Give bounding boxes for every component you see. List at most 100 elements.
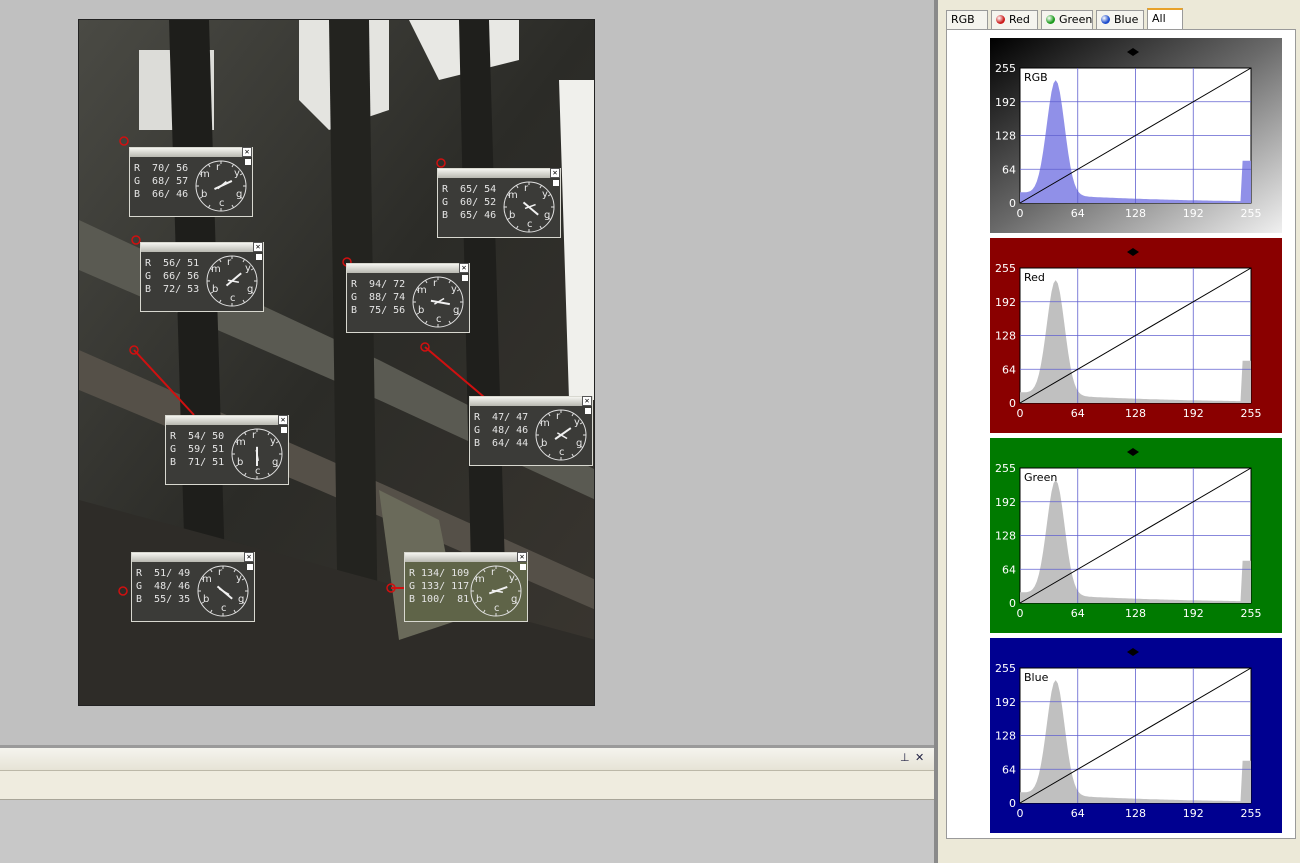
tab-green[interactable]: Green xyxy=(1041,10,1093,29)
probe-red-value: R 54/ 50 xyxy=(170,431,225,442)
dial-letter-r: r xyxy=(227,257,232,268)
probe-titlebar[interactable]: ✕ xyxy=(470,396,592,406)
probe-titlebar[interactable]: ✕ xyxy=(347,263,469,273)
channel-dot-icon xyxy=(996,15,1005,24)
probe-close-icon[interactable]: ✕ xyxy=(244,552,254,562)
y-tick-label: 192 xyxy=(995,696,1016,709)
probe-values: R 56/ 51 G 66/ 56 B 72/ 53 xyxy=(145,257,199,296)
probe-titlebar[interactable]: ✕ xyxy=(130,147,252,157)
y-tick-label: 192 xyxy=(995,296,1016,309)
tab-label: Green xyxy=(1059,13,1093,26)
probe-close-icon[interactable]: ✕ xyxy=(517,552,527,562)
hue-dial-icon: r ygc bm xyxy=(470,565,522,617)
color-probe[interactable]: ✕ R 94/ 72 G 88/ 74 B 75/ 56 r y g c b m xyxy=(346,263,470,333)
x-tick-label: 128 xyxy=(1125,807,1146,820)
probe-titlebar[interactable]: ✕ xyxy=(132,552,254,562)
x-tick-label: 255 xyxy=(1241,807,1262,820)
x-tick-label: 0 xyxy=(1017,807,1024,820)
pin-icon[interactable]: ⊥ xyxy=(900,751,910,764)
close-icon[interactable]: ✕ xyxy=(915,751,924,764)
dial-letter-m: m xyxy=(236,437,246,448)
tab-rgb[interactable]: RGB xyxy=(946,10,988,29)
probe-green-value: G 48/ 46 xyxy=(136,581,191,592)
dial-letter-m: m xyxy=(417,285,427,296)
color-probe[interactable]: ✕ R 47/ 47 G 48/ 46 B 64/ 44 r y g c b m xyxy=(469,396,593,466)
x-tick-label: 64 xyxy=(1071,807,1085,820)
probe-values: R 54/ 50 G 59/ 51 B 71/ 51 xyxy=(170,430,224,469)
curve-panel-rgb[interactable]: RGB 255 192 128 64 00 64 128 192 255 xyxy=(990,38,1282,233)
canvas-area: ✕ R 70/ 56 G 68/ 57 B 66/ 46 r y g c b m ✕ R 65/ 54… xyxy=(0,0,934,745)
hue-dial-icon: r ygc bm xyxy=(412,276,464,328)
dial-letter-c: c xyxy=(494,603,500,614)
dial-letter-y: y xyxy=(236,573,242,584)
tab-red[interactable]: Red xyxy=(991,10,1038,29)
channel-dot-icon xyxy=(1046,15,1055,24)
x-tick-label: 64 xyxy=(1071,407,1085,420)
x-tick-label: 128 xyxy=(1125,607,1146,620)
dial-letter-g: g xyxy=(272,457,278,468)
probe-titlebar[interactable]: ✕ xyxy=(405,552,527,562)
probe-close-icon[interactable]: ✕ xyxy=(253,242,263,252)
probe-titlebar[interactable]: ✕ xyxy=(141,242,263,252)
color-probe[interactable]: ✕ R 54/ 50 G 59/ 51 B 71/ 51 r y g c b m xyxy=(165,415,289,485)
probe-blue-value: B 100/ 81 xyxy=(409,594,470,605)
output-panel-header: ⊥ ✕ xyxy=(0,748,934,771)
dial-letter-b: b xyxy=(203,594,209,605)
probe-green-value: G 68/ 57 xyxy=(134,176,189,187)
output-panel: ⊥ ✕ xyxy=(0,745,934,863)
probe-values: R 94/ 72 G 88/ 74 B 75/ 56 xyxy=(351,278,405,317)
color-probe[interactable]: ✕ R 56/ 51 G 66/ 56 B 72/ 53 r y g c b m xyxy=(140,242,264,312)
probe-green-value: G 66/ 56 xyxy=(145,271,200,282)
tab-blue[interactable]: Blue xyxy=(1096,10,1144,29)
dial-letter-y: y xyxy=(574,417,580,428)
curve-panel-blue[interactable]: Blue 255 192 128 64 00 64 128 192 255 xyxy=(990,638,1282,833)
y-tick-label: 128 xyxy=(995,130,1016,143)
y-tick-label: 0 xyxy=(1009,397,1016,410)
color-probe[interactable]: ✕ R 134/ 109 G 133/ 117 B 100/ 81 r y g c b m xyxy=(404,552,528,622)
probe-close-icon[interactable]: ✕ xyxy=(582,396,592,406)
curves-frame: RGB 255 192 128 64 0 0 64 128 192 255 Red 255 192 128 6… xyxy=(946,29,1296,839)
x-tick-label: 255 xyxy=(1241,607,1262,620)
dial-letter-r: r xyxy=(218,567,223,578)
dial-letter-c: c xyxy=(527,219,533,230)
y-tick-label: 0 xyxy=(1009,797,1016,810)
dial-letter-r: r xyxy=(524,183,529,194)
dial-letter-y: y xyxy=(234,168,240,179)
hue-dial-icon: r ygc bm xyxy=(195,160,247,212)
probe-blue-value: B 75/ 56 xyxy=(351,305,406,316)
x-tick-label: 192 xyxy=(1183,807,1204,820)
dial-letter-y: y xyxy=(509,573,515,584)
dial-letter-m: m xyxy=(475,574,485,585)
curve-panel-green[interactable]: Green 255 192 128 64 00 64 128 192 255 xyxy=(990,438,1282,633)
y-tick-label: 64 xyxy=(1002,163,1016,176)
dial-letter-c: c xyxy=(219,198,225,209)
probe-titlebar[interactable]: ✕ xyxy=(166,415,288,425)
y-tick-label: 64 xyxy=(1002,363,1016,376)
channel-dot-icon xyxy=(1101,15,1110,24)
probe-close-icon[interactable]: ✕ xyxy=(550,168,560,178)
tab-label: Red xyxy=(1009,13,1030,26)
x-tick-label: 192 xyxy=(1183,607,1204,620)
color-probe[interactable]: ✕ R 51/ 49 G 48/ 46 B 55/ 35 r y g c b m xyxy=(131,552,255,622)
y-tick-label: 255 xyxy=(995,62,1016,75)
x-tick-label: 128 xyxy=(1125,207,1146,220)
curve-panel-red[interactable]: Red 255 192 128 64 00 64 128 192 255 xyxy=(990,238,1282,433)
probe-close-icon[interactable]: ✕ xyxy=(278,415,288,425)
x-tick-label: 255 xyxy=(1241,407,1262,420)
color-probe[interactable]: ✕ R 65/ 54 G 60/ 52 B 65/ 46 r y g c b m xyxy=(437,168,561,238)
probe-titlebar[interactable]: ✕ xyxy=(438,168,560,178)
probe-red-value: R 94/ 72 xyxy=(351,279,406,290)
tab-label: Blue xyxy=(1114,13,1139,26)
tab-all[interactable]: All xyxy=(1147,8,1183,30)
dial-letter-r: r xyxy=(252,430,257,441)
y-tick-label: 64 xyxy=(1002,563,1016,576)
dial-letter-m: m xyxy=(202,574,212,585)
probe-green-value: G 48/ 46 xyxy=(474,425,529,436)
color-probe[interactable]: ✕ R 70/ 56 G 68/ 57 B 66/ 46 r y g c b m xyxy=(129,147,253,217)
probe-close-icon[interactable]: ✕ xyxy=(459,263,469,273)
y-tick-label: 192 xyxy=(995,496,1016,509)
probe-blue-value: B 64/ 44 xyxy=(474,438,529,449)
probe-close-icon[interactable]: ✕ xyxy=(242,147,252,157)
probe-red-value: R 70/ 56 xyxy=(134,163,189,174)
curve-channel-label: RGB xyxy=(1024,71,1048,84)
